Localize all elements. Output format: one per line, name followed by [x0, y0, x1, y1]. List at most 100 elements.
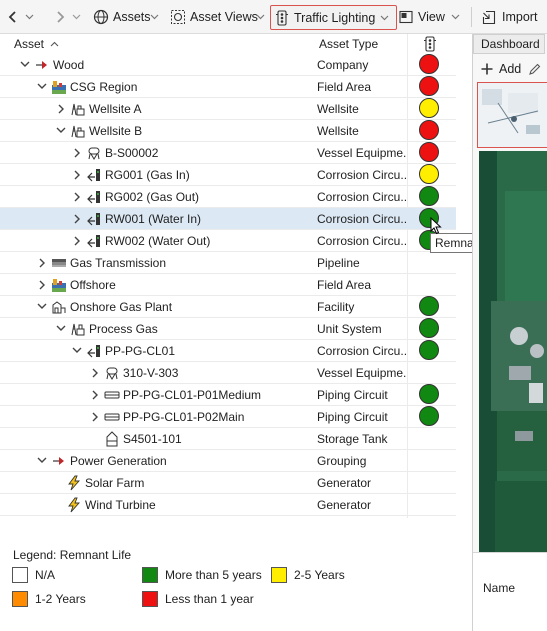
pipeline-icon: [51, 255, 67, 271]
traffic-lighting-button[interactable]: Traffic Lighting: [270, 5, 397, 30]
table-row[interactable]: Wood Company: [0, 54, 456, 76]
tree-cell: PP-PG-CL01: [70, 340, 175, 361]
collapse-chevron-icon[interactable]: [18, 58, 32, 72]
traffic-light-green: [419, 384, 439, 404]
expand-chevron-icon[interactable]: [70, 168, 84, 182]
vessel-icon: [104, 365, 120, 381]
add-button[interactable]: Add: [481, 62, 541, 76]
table-row[interactable]: Offshore Field Area: [0, 274, 456, 296]
back-button[interactable]: [8, 6, 18, 28]
table-row[interactable]: RG001 (Gas In) Corrosion Circu...: [0, 164, 456, 186]
expand-chevron-icon[interactable]: [88, 410, 102, 424]
expand-chevron-icon[interactable]: [35, 256, 49, 270]
tree-cell: Solar Farm: [50, 472, 144, 493]
table-row[interactable]: PP-PG-CL01 Corrosion Circu...: [0, 340, 456, 362]
expand-chevron-icon[interactable]: [70, 234, 84, 248]
expand-chevron-icon[interactable]: [54, 102, 68, 116]
asset-type: Storage Tank: [317, 432, 388, 446]
asset-type: Corrosion Circu...: [317, 168, 407, 182]
edit-pencil-icon[interactable]: [528, 63, 541, 76]
asset-views-icon: [171, 10, 185, 24]
table-row[interactable]: CSG Region Field Area: [0, 76, 456, 98]
table-row[interactable]: PP-PG-CL01-P02Main Piping Circuit: [0, 406, 456, 428]
asset-views-button[interactable]: Asset Views: [170, 6, 258, 28]
asset-name: Wellsite B: [89, 123, 143, 138]
piping-circuit-icon: [104, 409, 120, 425]
assets-dropdown[interactable]: [150, 6, 159, 28]
collapse-chevron-icon[interactable]: [35, 80, 49, 94]
traffic-light-yellow: [419, 164, 439, 184]
table-row[interactable]: Wind Turbine Generator: [0, 494, 456, 516]
assets-button[interactable]: Assets: [93, 6, 151, 28]
asset-name: Solar Farm: [85, 475, 145, 490]
expand-chevron-icon[interactable]: [70, 146, 84, 160]
dashboard-thumbnail[interactable]: [477, 82, 547, 148]
table-row[interactable]: RG002 (Gas Out) Corrosion Circu...: [0, 186, 456, 208]
table-row[interactable]: 310-V-303 Vessel Equipme...: [0, 362, 456, 384]
table-row[interactable]: Solar Farm Generator: [0, 472, 456, 494]
table-row[interactable]: Onshore Gas Plant Facility: [0, 296, 456, 318]
unit-system-icon: [70, 321, 86, 337]
tree-cell: PP-PG-CL01-P01Medium: [88, 384, 261, 405]
table-row[interactable]: Wellsite B Wellsite: [0, 120, 456, 142]
tree-cell: RW002 (Water Out): [70, 230, 210, 251]
asset-name: RG001 (Gas In): [105, 167, 190, 182]
tree-cell: Onshore Gas Plant: [35, 296, 172, 317]
tree-cell: Wellsite A: [54, 98, 141, 119]
forward-dropdown[interactable]: [72, 6, 81, 28]
import-button[interactable]: Import: [482, 6, 537, 28]
asset-type: Wellsite: [317, 124, 359, 138]
asset-type-column-header[interactable]: Asset Type: [319, 37, 378, 51]
traffic-light-red: [419, 120, 439, 140]
table-row[interactable]: RW001 (Water In) Corrosion Circu...: [0, 208, 456, 230]
collapse-chevron-icon[interactable]: [35, 300, 49, 314]
traffic-light-yellow: [419, 98, 439, 118]
legend-swatch-green: [142, 567, 158, 583]
table-row[interactable]: PP-PG-CL01-P01Medium Piping Circuit: [0, 384, 456, 406]
collapse-chevron-icon[interactable]: [54, 124, 68, 138]
chevron-down-icon: [451, 14, 460, 20]
table-row[interactable]: Power Generation Grouping: [0, 450, 456, 472]
plant-3d-view[interactable]: [479, 151, 547, 597]
collapse-chevron-icon[interactable]: [35, 454, 49, 468]
no-expander: [88, 432, 102, 446]
asset-name: S4501-101: [123, 431, 182, 446]
table-row[interactable]: Process Gas Unit System: [0, 318, 456, 340]
lightning-icon: [66, 497, 82, 513]
table-row[interactable]: RW002 (Water Out) Corrosion Circu...: [0, 230, 456, 252]
legend-swatch-yellow: [271, 567, 287, 583]
legend-label-na: N/A: [35, 568, 56, 582]
expand-chevron-icon[interactable]: [70, 190, 84, 204]
tree-cell: Power Generation: [35, 450, 167, 471]
view-dropdown[interactable]: [451, 6, 460, 28]
traffic-light-column-header[interactable]: [423, 36, 437, 55]
asset-views-dropdown[interactable]: [256, 6, 265, 28]
asset-name: RG002 (Gas Out): [105, 189, 200, 204]
assets-label: Assets: [113, 10, 151, 24]
expand-chevron-icon[interactable]: [88, 366, 102, 380]
tab-dashboard[interactable]: Dashboard: [473, 34, 545, 54]
asset-type: Corrosion Circu...: [317, 190, 407, 204]
view-button[interactable]: View: [399, 6, 445, 28]
collapse-chevron-icon[interactable]: [54, 322, 68, 336]
legend-na: N/A: [12, 567, 55, 583]
asset-type: Facility: [317, 300, 355, 314]
globe-icon: [93, 9, 109, 25]
expand-chevron-icon[interactable]: [35, 278, 49, 292]
expand-chevron-icon[interactable]: [88, 388, 102, 402]
legend-2-5: 2-5 Years: [271, 567, 345, 583]
tree-cell: Process Gas: [54, 318, 158, 339]
table-row[interactable]: Wellsite A Wellsite: [0, 98, 456, 120]
table-row[interactable]: B-S00002 Vessel Equipme...: [0, 142, 456, 164]
forward-button[interactable]: [55, 6, 65, 28]
table-row[interactable]: Gas Transmission Pipeline: [0, 252, 456, 274]
expand-chevron-icon[interactable]: [70, 212, 84, 226]
back-dropdown[interactable]: [25, 6, 34, 28]
table-row[interactable]: S4501-101 Storage Tank: [0, 428, 456, 450]
tree-cell: 310-V-303: [88, 362, 178, 383]
traffic-light-red: [419, 76, 439, 96]
chevron-down-icon[interactable]: [380, 15, 389, 21]
asset-column-header[interactable]: Asset: [14, 37, 59, 51]
collapse-chevron-icon[interactable]: [70, 344, 84, 358]
plus-icon: [481, 63, 493, 75]
